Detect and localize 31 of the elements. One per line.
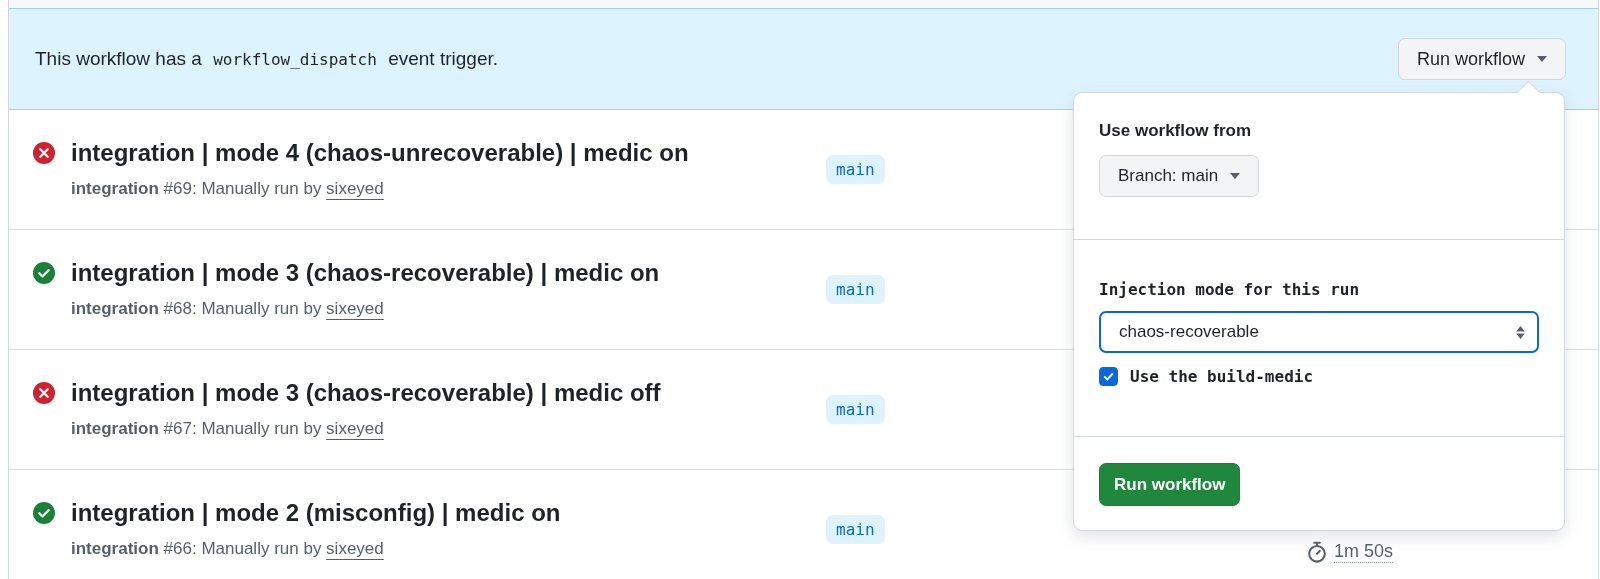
caret-icon [1230,173,1241,179]
run-title[interactable]: integration | mode 3 (chaos-recoverable) | medic on [71,259,826,287]
branch-select-button[interactable]: Branch: main [1099,155,1260,197]
user-link[interactable]: sixeyed [326,299,384,318]
branch-label[interactable]: main [826,275,885,304]
user-link[interactable]: sixeyed [326,539,384,558]
run-title[interactable]: integration | mode 2 (misconfig) | medic on [71,499,826,527]
run-title[interactable]: integration | mode 3 (chaos-recoverable) | medic off [71,379,826,407]
run-workflow-submit-button[interactable]: Run workflow [1099,463,1241,506]
run-meta: integration #66: Manually run by sixeyed [71,539,385,559]
user-link[interactable]: sixeyed [326,179,384,198]
updown-arrows-icon [1516,325,1525,339]
field-label: Injection mode for this run [1099,280,1361,299]
run-meta: integration #67: Manually run by sixeyed [71,419,385,439]
branch-label[interactable]: main [826,395,885,424]
run-meta: integration #69: Manually run by sixeyed [71,179,385,199]
check-icon [1102,370,1115,383]
branch-label[interactable]: main [826,155,885,184]
run-meta: integration #68: Manually run by sixeyed [71,299,385,319]
caret-icon [1537,56,1547,62]
run-title[interactable]: integration | mode 4 (chaos-unrecoverable) | medic on [71,139,826,167]
run-duration: 1m 50s [1334,541,1394,563]
banner-text: This workflow has a workflow_dispatch event trigger. [35,48,498,70]
mode-select[interactable]: chaos-recoverable [1099,311,1539,353]
branch-label[interactable]: main [826,515,885,544]
stopwatch-icon [1306,541,1328,563]
checkbox[interactable] [1099,367,1118,386]
run-workflow-button[interactable]: Run workflow [1397,38,1566,80]
checkbox-label: Use the build-medic [1130,367,1314,386]
popover-heading: Use workflow from [1099,121,1253,141]
user-link[interactable]: sixeyed [326,419,384,438]
